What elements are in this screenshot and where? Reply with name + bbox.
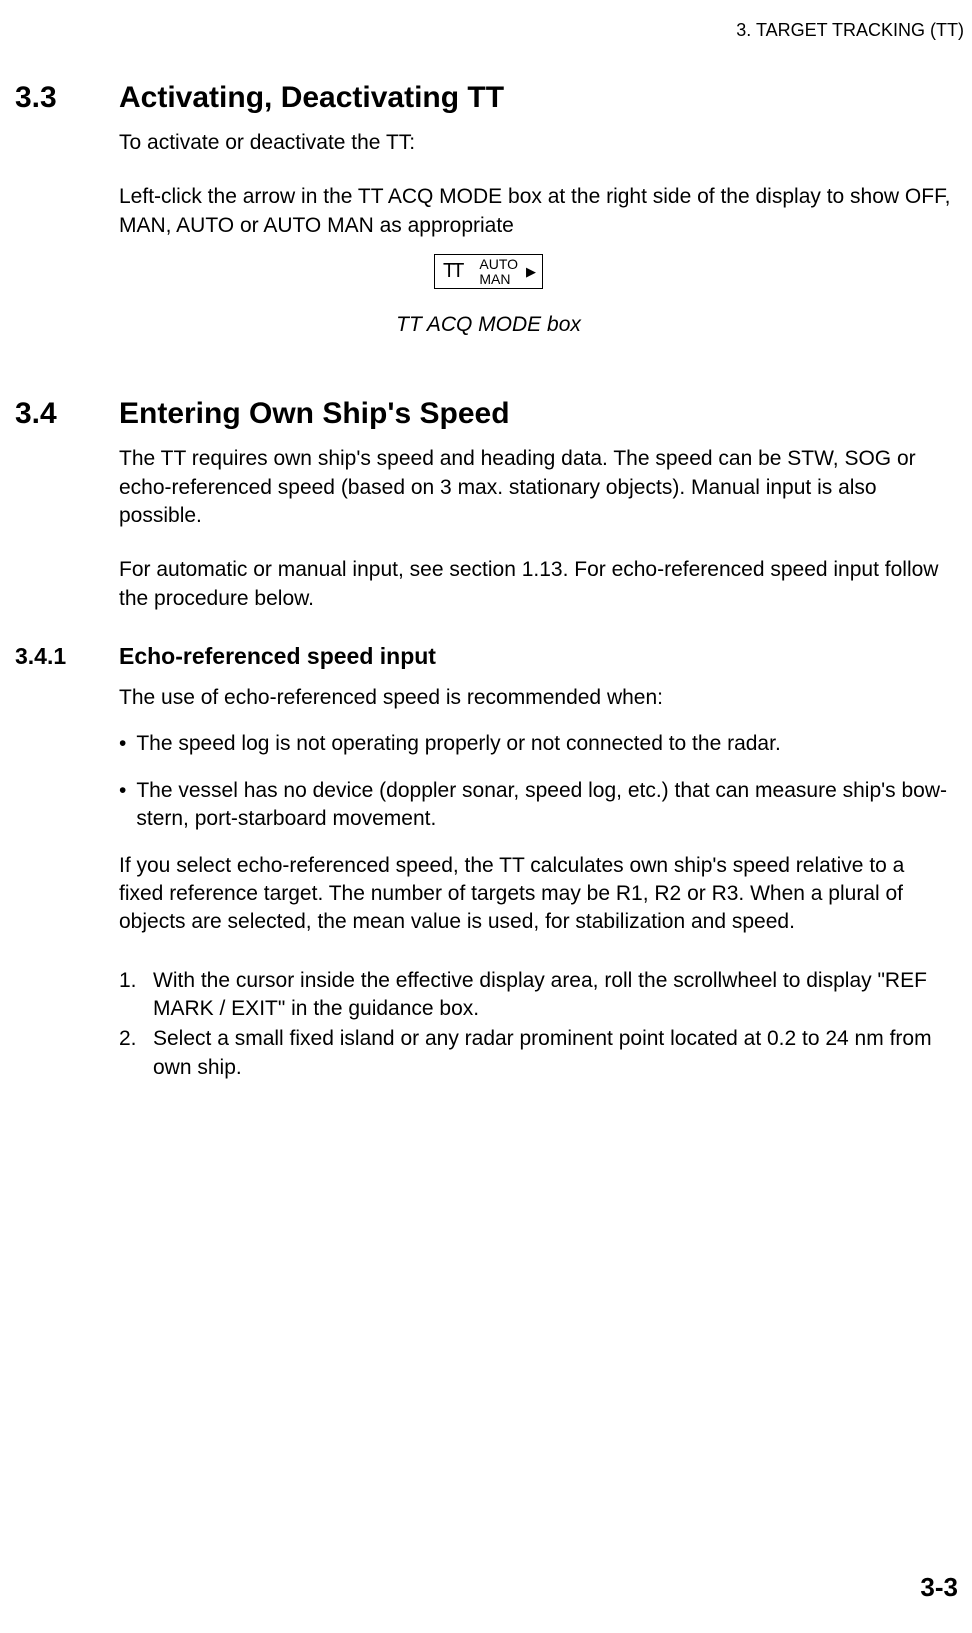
bullet-text: The speed log is not operating properly … <box>136 730 780 758</box>
section-para2: For automatic or manual input, see secti… <box>119 556 952 613</box>
bullet-text: The vessel has no device (doppler sonar,… <box>136 777 952 834</box>
subsection-intro: The use of echo-referenced speed is reco… <box>119 684 952 712</box>
page-number: 3-3 <box>920 1572 958 1603</box>
step-text: Select a small fixed island or any radar… <box>153 1025 952 1082</box>
list-item: 2. Select a small fixed island or any ra… <box>119 1025 952 1082</box>
figure-caption: TT ACQ MODE box <box>15 313 962 337</box>
content: 3.3 Activating, Deactivating TT To activ… <box>0 81 972 1082</box>
subsection-after: If you select echo-referenced speed, the… <box>119 852 952 937</box>
subsection-3-4-1-header: 3.4.1 Echo-referenced speed input <box>15 643 962 670</box>
tt-acq-mode-box: TT AUTO MAN ▶ <box>434 254 543 289</box>
section-intro: To activate or deactivate the TT: <box>119 129 952 157</box>
subsection-number: 3.4.1 <box>15 643 119 670</box>
list-item: • The vessel has no device (doppler sona… <box>119 777 952 834</box>
subsection-title: Echo-referenced speed input <box>119 643 436 670</box>
section-3-4-header: 3.4 Entering Own Ship's Speed <box>15 397 962 431</box>
bullet-list: • The speed log is not operating properl… <box>119 730 952 833</box>
tt-symbol-icon: TT <box>443 260 461 283</box>
list-item: • The speed log is not operating properl… <box>119 730 952 758</box>
tt-acq-box-wrap: TT AUTO MAN ▶ <box>15 254 962 289</box>
bullet-icon: • <box>119 777 126 834</box>
section-para: Left-click the arrow in the TT ACQ MODE … <box>119 183 952 240</box>
tt-mode-line2: MAN <box>479 272 518 287</box>
page-header: 3. TARGET TRACKING (TT) <box>0 20 972 41</box>
section-number: 3.4 <box>15 397 119 431</box>
section-para1: The TT requires own ship's speed and hea… <box>119 445 952 530</box>
section-3-3-header: 3.3 Activating, Deactivating TT <box>15 81 962 115</box>
tt-mode-line1: AUTO <box>479 257 518 272</box>
step-number: 2. <box>119 1025 153 1082</box>
section-number: 3.3 <box>15 81 119 115</box>
step-text: With the cursor inside the effective dis… <box>153 967 952 1024</box>
triangle-right-icon: ▶ <box>526 264 536 280</box>
bullet-icon: • <box>119 730 126 758</box>
list-item: 1. With the cursor inside the effective … <box>119 967 952 1024</box>
tt-mode-label: AUTO MAN <box>479 257 518 286</box>
step-number: 1. <box>119 967 153 1024</box>
section-title: Activating, Deactivating TT <box>119 81 504 115</box>
numbered-list: 1. With the cursor inside the effective … <box>119 967 952 1082</box>
section-title: Entering Own Ship's Speed <box>119 397 510 431</box>
